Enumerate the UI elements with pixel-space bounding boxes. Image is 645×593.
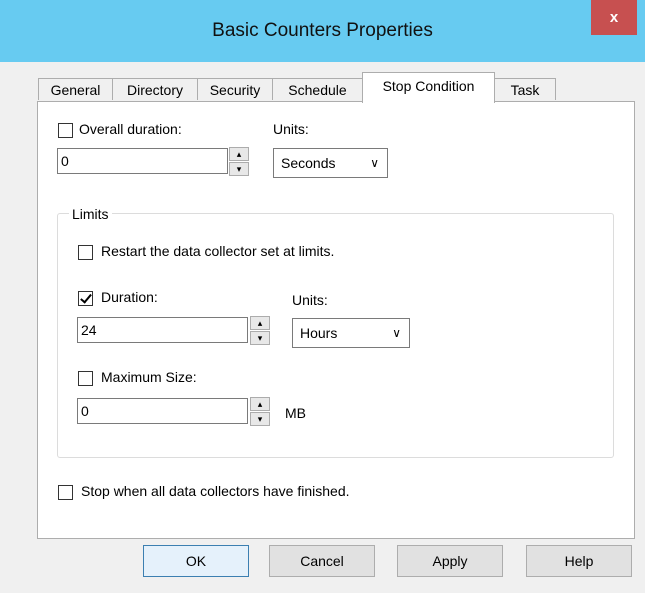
cancel-button[interactable]: Cancel	[269, 545, 375, 577]
chevron-down-icon: ∨	[370, 156, 379, 170]
close-button[interactable]: x	[591, 0, 637, 35]
tab-general[interactable]: General	[38, 78, 113, 100]
overall-units-select[interactable]: Seconds ∨	[273, 148, 388, 178]
duration-checkbox[interactable]	[78, 291, 93, 306]
properties-dialog: Basic Counters Properties x General Dire…	[0, 0, 645, 593]
overall-units-label: Units:	[273, 121, 309, 137]
max-size-spinner[interactable]: ▴ ▾	[250, 397, 270, 427]
duration-label: Duration:	[101, 289, 158, 305]
tab-directory[interactable]: Directory	[112, 78, 198, 100]
spin-down-icon[interactable]: ▾	[250, 412, 270, 426]
stop-when-finished-label: Stop when all data collectors have finis…	[81, 483, 350, 499]
overall-units-value: Seconds	[281, 155, 336, 171]
ok-button[interactable]: OK	[143, 545, 249, 577]
chevron-down-icon: ∨	[392, 326, 401, 340]
overall-duration-spinner[interactable]: ▴ ▾	[229, 147, 249, 177]
max-size-label: Maximum Size:	[101, 369, 197, 385]
spin-up-icon[interactable]: ▴	[229, 147, 249, 161]
help-button[interactable]: Help	[526, 545, 632, 577]
duration-units-value: Hours	[300, 325, 338, 341]
max-size-unit: MB	[285, 405, 306, 421]
restart-label: Restart the data collector set at limits…	[101, 243, 335, 259]
duration-spinner[interactable]: ▴ ▾	[250, 316, 270, 346]
duration-input[interactable]: 24	[77, 317, 248, 343]
spin-up-icon[interactable]: ▴	[250, 316, 270, 330]
tab-security[interactable]: Security	[197, 78, 273, 100]
close-icon: x	[609, 9, 619, 26]
restart-checkbox[interactable]	[78, 245, 93, 260]
overall-duration-checkbox[interactable]	[58, 123, 73, 138]
overall-duration-input[interactable]: 0	[57, 148, 228, 174]
max-size-input[interactable]: 0	[77, 398, 248, 424]
stop-when-finished-checkbox[interactable]	[58, 485, 73, 500]
title-bar[interactable]: Basic Counters Properties x	[0, 0, 645, 62]
tab-stop-condition[interactable]: Stop Condition	[362, 72, 495, 103]
duration-units-select[interactable]: Hours ∨	[292, 318, 410, 348]
spin-down-icon[interactable]: ▾	[229, 162, 249, 176]
apply-button[interactable]: Apply	[397, 545, 503, 577]
spin-up-icon[interactable]: ▴	[250, 397, 270, 411]
tab-schedule[interactable]: Schedule	[272, 78, 363, 100]
overall-duration-label: Overall duration:	[79, 121, 182, 137]
tab-task[interactable]: Task	[494, 78, 556, 100]
max-size-checkbox[interactable]	[78, 371, 93, 386]
limits-group-label: Limits	[69, 206, 112, 222]
spin-down-icon[interactable]: ▾	[250, 331, 270, 345]
window-title: Basic Counters Properties	[212, 20, 433, 41]
duration-units-label: Units:	[292, 292, 328, 308]
